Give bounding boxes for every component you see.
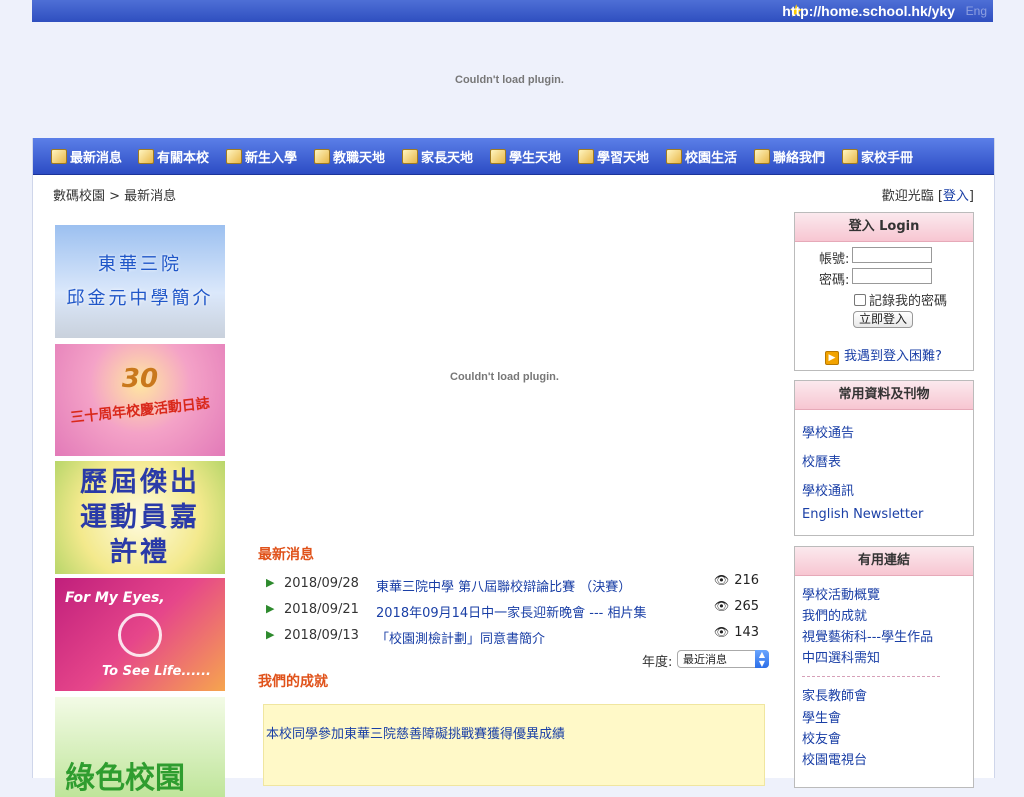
play-arrow-icon: ▶ bbox=[266, 602, 275, 615]
latest-news-title: 最新消息 bbox=[258, 547, 314, 563]
nav-admission[interactable]: 新生入學 bbox=[226, 147, 297, 166]
nav-about-school[interactable]: 有關本校 bbox=[138, 147, 209, 166]
useful-link[interactable]: 校友會 bbox=[802, 728, 841, 747]
language-toggle-link[interactable]: Eng bbox=[966, 4, 987, 18]
remember-checkbox[interactable] bbox=[854, 294, 866, 306]
clipboard-icon bbox=[842, 149, 858, 164]
banner-school-intro[interactable]: 東華三院 邱金元中學簡介 bbox=[55, 225, 225, 338]
useful-link[interactable]: 我們的成就 bbox=[802, 605, 867, 624]
nav-latest-news[interactable]: 最新消息 bbox=[51, 147, 122, 166]
year-select[interactable]: 最近消息 ▲ ▼ bbox=[677, 650, 769, 668]
divider bbox=[802, 676, 940, 677]
achievements-title: 我們的成就 bbox=[258, 674, 328, 690]
remember-me[interactable]: 記錄我的密碼 bbox=[854, 290, 947, 309]
play-arrow-icon: ▶ bbox=[266, 576, 275, 589]
folder-icon bbox=[666, 149, 682, 164]
eye-icon: 👁 bbox=[714, 599, 730, 613]
password-input[interactable] bbox=[852, 268, 932, 284]
resource-link[interactable]: 學校通告 bbox=[802, 422, 854, 441]
folder-icon bbox=[226, 149, 242, 164]
resource-link[interactable]: English Newsletter bbox=[802, 507, 923, 522]
news-title-link[interactable]: 「校園測檢計劃」同意書簡介 bbox=[376, 628, 545, 647]
breadcrumb: 數碼校園 > 最新消息 bbox=[53, 189, 177, 204]
updown-arrows-icon: ▲ ▼ bbox=[755, 650, 769, 668]
news-title-link[interactable]: 東華三院中學 第八屆聯校辯論比賽 （決賽） bbox=[376, 576, 631, 595]
useful-link[interactable]: 學生會 bbox=[802, 707, 841, 726]
banner-30th-anniversary[interactable]: 30 三十周年校慶活動日誌 bbox=[55, 344, 225, 456]
login-box-title: 登入 Login bbox=[795, 213, 973, 242]
nav-handbook[interactable]: 家校手冊 bbox=[842, 147, 913, 166]
username-label: 帳號: bbox=[819, 252, 850, 267]
homepage-url-link[interactable]: http://home.school.hk/yky bbox=[782, 3, 955, 19]
banner-green-campus[interactable]: 綠色校園 bbox=[55, 697, 225, 797]
nav-learning[interactable]: 學習天地 bbox=[578, 147, 649, 166]
useful-link[interactable]: 視覺藝術科---學生作品 bbox=[802, 626, 933, 645]
main-navbar: 最新消息 有關本校 新生入學 教職天地 家長天地 學生天地 學習天地 校園生活 … bbox=[33, 138, 994, 175]
play-arrow-icon: ▶ bbox=[266, 628, 275, 641]
news-title-link[interactable]: 2018年09月14日中一家長迎新晚會 --- 相片集 bbox=[376, 602, 647, 621]
resource-link[interactable]: 學校通訊 bbox=[802, 480, 854, 499]
useful-links-title: 有用連結 bbox=[795, 547, 973, 576]
sun-icon bbox=[118, 612, 162, 657]
login-help-link[interactable]: ▶ 我遇到登入困難? bbox=[825, 345, 942, 365]
welcome-text: 歡迎光臨 [登入] bbox=[881, 189, 974, 204]
resources-box: 常用資料及刊物 學校通告 校曆表 學校通訊 English Newsletter bbox=[794, 380, 974, 536]
news-row: ▶ 2018/09/13 「校園測檢計劃」同意書簡介 👁 143 bbox=[266, 625, 760, 647]
achievements-box: 本校同學參加東華三院慈善障礙挑戰賽獲得優異成績 bbox=[263, 704, 765, 786]
folder-icon bbox=[490, 149, 506, 164]
nav-parents[interactable]: 家長天地 bbox=[402, 147, 473, 166]
resource-link[interactable]: 校曆表 bbox=[802, 451, 841, 470]
arrow-right-icon: ▶ bbox=[825, 351, 839, 365]
useful-link[interactable]: 學校活動概覽 bbox=[802, 584, 880, 603]
nav-students[interactable]: 學生天地 bbox=[490, 147, 561, 166]
useful-link[interactable]: 校園電視台 bbox=[802, 749, 867, 768]
plugin-error-center: Couldn't load plugin. bbox=[450, 371, 559, 383]
contact-icon bbox=[754, 149, 770, 164]
username-input[interactable] bbox=[852, 247, 932, 263]
news-icon bbox=[51, 149, 67, 164]
password-label: 密碼: bbox=[819, 273, 850, 288]
banner-outstanding-athletes[interactable]: 歷屆傑出運動員嘉許禮 bbox=[55, 461, 225, 574]
eye-icon: 👁 bbox=[714, 573, 730, 587]
news-row: ▶ 2018/09/21 2018年09月14日中一家長迎新晚會 --- 相片集… bbox=[266, 599, 760, 621]
folder-icon bbox=[578, 149, 594, 164]
login-box: 登入 Login 帳號: 密碼: 記錄我的密碼 立即登入 ▶ 我遇到登入困難? bbox=[794, 212, 974, 371]
useful-link[interactable]: 中四選科需知 bbox=[802, 647, 880, 666]
login-link[interactable]: 登入 bbox=[943, 189, 969, 204]
plugin-error-top: Couldn't load plugin. bbox=[455, 74, 564, 86]
achievement-link[interactable]: 本校同學參加東華三院慈善障礙挑戰賽獲得優異成績 bbox=[266, 723, 565, 742]
news-row: ▶ 2018/09/28 東華三院中學 第八屆聯校辯論比賽 （決賽） 👁 216 bbox=[266, 573, 760, 595]
year-label: 年度: bbox=[642, 655, 673, 670]
nav-campus-life[interactable]: 校園生活 bbox=[666, 147, 737, 166]
banner-for-my-eyes[interactable]: For My Eyes, To See Life...... bbox=[55, 578, 225, 691]
nav-contact[interactable]: 聯絡我們 bbox=[754, 147, 825, 166]
eye-icon: 👁 bbox=[714, 625, 730, 639]
resources-box-title: 常用資料及刊物 bbox=[795, 381, 973, 410]
folder-icon bbox=[138, 149, 154, 164]
useful-links-box: 有用連結 學校活動概覽 我們的成就 視覺藝術科---學生作品 中四選科需知 家長… bbox=[794, 546, 974, 788]
folder-icon bbox=[314, 149, 330, 164]
useful-link[interactable]: 家長教師會 bbox=[802, 685, 867, 704]
nav-staff[interactable]: 教職天地 bbox=[314, 147, 385, 166]
folder-icon bbox=[402, 149, 418, 164]
login-submit-button[interactable]: 立即登入 bbox=[853, 311, 913, 328]
top-url-bar: ★ http://home.school.hk/yky Eng bbox=[32, 0, 993, 22]
main-panel: 最新消息 有關本校 新生入學 教職天地 家長天地 學生天地 學習天地 校園生活 … bbox=[32, 138, 995, 797]
